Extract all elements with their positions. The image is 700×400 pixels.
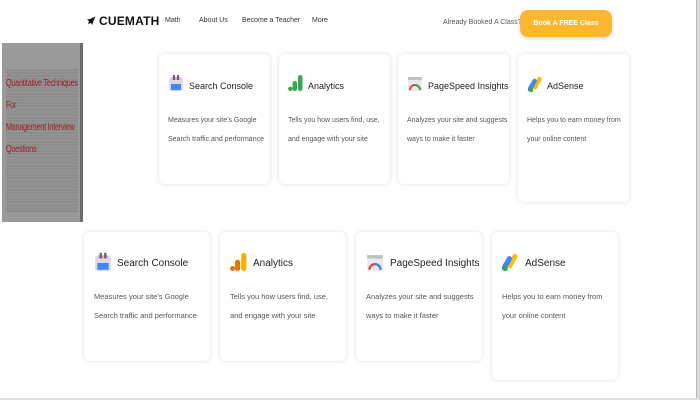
card-description-line: ways to make it faster: [407, 136, 475, 143]
already-booked-link[interactable]: Already Booked A Class?: [443, 19, 522, 26]
promo-title-line: Questions: [6, 144, 37, 155]
adsense-icon: [528, 76, 542, 93]
card-title: PageSpeed Insights: [428, 81, 509, 91]
card-analytics[interactable]: Analytics Tells you how users find, use,…: [279, 54, 390, 184]
pagespeed-icon: [367, 255, 383, 271]
card-description-line: Tells you how users find, use,: [230, 292, 328, 301]
card-title: Analytics: [308, 81, 345, 91]
card-description-line: Measures your site's Google: [168, 117, 257, 124]
card-description: Helps you to earn money from your online…: [527, 111, 621, 149]
card-description: Analyzes your site and suggests ways to …: [366, 287, 474, 325]
card-description-line: Helps you to earn money from: [527, 117, 621, 124]
search-console-icon: [95, 252, 111, 271]
top-navbar: CUEMATH Math About Us Become a Teacher M…: [0, 0, 697, 44]
card-description: Tells you how users find, use, and engag…: [288, 111, 379, 149]
card-description-line: Helps you to earn money from: [502, 292, 603, 301]
adsense-icon: [502, 253, 518, 272]
card-description-line: your online content: [527, 136, 587, 143]
card-description-line: Analyzes your site and suggests: [407, 117, 508, 124]
nav-more[interactable]: More: [312, 17, 328, 24]
card-description-line: your online content: [502, 311, 566, 320]
promo-image[interactable]: Quantitative Techniques For Management I…: [2, 43, 83, 222]
card-description: Measures your site's Google Search traff…: [168, 111, 264, 149]
pagespeed-icon: [408, 77, 422, 91]
promo-title-line: Management Interview: [6, 122, 75, 133]
card-description: Helps you to earn money from your online…: [502, 287, 602, 325]
card-pagespeed-insights[interactable]: PageSpeed Insights Analyzes your site an…: [356, 232, 482, 361]
search-console-icon: [169, 75, 183, 91]
card-adsense[interactable]: AdSense Helps you to earn money from you…: [518, 54, 629, 202]
card-description-line: Analyzes your site and suggests: [366, 292, 474, 301]
card-description-line: and engage with your site: [288, 136, 368, 143]
card-description-line: Measures your site's Google: [94, 292, 189, 301]
logo-text: CUEMATH: [99, 14, 160, 28]
card-title: Search Console: [117, 258, 189, 269]
card-description-line: ways to make it faster: [366, 311, 439, 320]
promo-title-line: Quantitative Techniques For: [6, 78, 78, 111]
card-search-console[interactable]: Search Console Measures your site's Goog…: [159, 54, 270, 184]
card-description-line: and engage with your site: [230, 311, 316, 320]
card-title: PageSpeed Insights: [390, 258, 480, 269]
card-title: AdSense: [525, 258, 566, 269]
card-title: Search Console: [189, 81, 254, 91]
card-title: AdSense: [547, 81, 584, 91]
analytics-icon: [288, 75, 303, 91]
cuemath-logo[interactable]: CUEMATH: [86, 14, 160, 28]
card-description-line: Search traffic and performance: [94, 311, 197, 320]
card-description: Measures your site's Google Search traff…: [94, 287, 197, 325]
card-description-line: Tells you how users find, use,: [288, 117, 380, 124]
nav-become-a-teacher[interactable]: Become a Teacher: [242, 17, 300, 24]
card-description-line: Search traffic and performance: [168, 136, 264, 143]
book-free-class-button[interactable]: Book A FREE Class: [520, 10, 612, 37]
card-description: Tells you how users find, use, and engag…: [230, 287, 328, 325]
card-analytics[interactable]: Analytics Tells you how users find, use,…: [220, 232, 346, 361]
rocket-icon: [87, 16, 96, 25]
analytics-icon: [230, 253, 247, 271]
card-description: Analyzes your site and suggests ways to …: [407, 111, 507, 149]
card-adsense[interactable]: AdSense Helps you to earn money from you…: [492, 232, 618, 380]
card-search-console[interactable]: Search Console Measures your site's Goog…: [84, 232, 210, 361]
card-pagespeed-insights[interactable]: PageSpeed Insights Analyzes your site an…: [398, 54, 509, 184]
card-title: Analytics: [253, 258, 294, 269]
promo-title: Quantitative Techniques For Management I…: [6, 73, 78, 161]
nav-about-us[interactable]: About Us: [199, 17, 228, 24]
nav-math[interactable]: Math: [165, 17, 181, 24]
